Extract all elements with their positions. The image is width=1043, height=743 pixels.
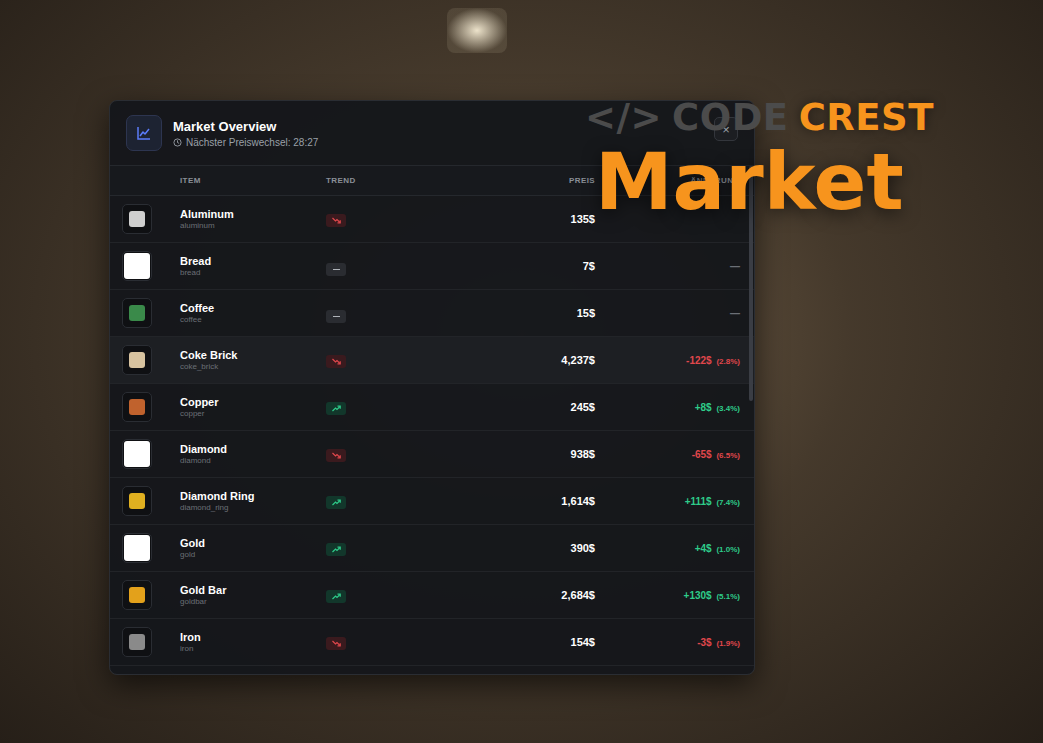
- item-name: Copper: [180, 396, 326, 408]
- price-change: +111$ (7.4%): [595, 496, 740, 507]
- price-change: +4$ (1.0%): [595, 543, 740, 554]
- item-name: Iron: [180, 631, 326, 643]
- trend-up-icon: [326, 590, 346, 603]
- trend-down-icon: [326, 637, 346, 650]
- trend-down-icon: [326, 449, 346, 462]
- item-id: gold: [180, 550, 326, 559]
- item-name: Bread: [180, 255, 326, 267]
- price-change: -65$ (6.5%): [595, 449, 740, 460]
- item-image-icon: [122, 439, 152, 469]
- clock-icon: [173, 138, 182, 147]
- item-id: diamond: [180, 456, 326, 465]
- column-header: TREND: [326, 176, 481, 185]
- item-image-icon: [122, 392, 152, 422]
- item-image-icon: [122, 204, 152, 234]
- trend-up-icon: [326, 496, 346, 509]
- item-name: Coke Brick: [180, 349, 326, 361]
- trend-down-icon: [326, 214, 346, 227]
- item-image-icon: [122, 251, 152, 281]
- item-list: Aluminum aluminum 135$ Bread bread 7$ — …: [110, 196, 754, 666]
- table-row[interactable]: Diamond Ring diamond_ring 1,614$ +111$ (…: [110, 478, 754, 525]
- price-change: —: [595, 261, 740, 272]
- item-image-icon: [122, 580, 152, 610]
- table-row[interactable]: Iron iron 154$ -3$ (1.9%): [110, 619, 754, 666]
- item-name: Diamond Ring: [180, 490, 326, 502]
- item-image-icon: [122, 298, 152, 328]
- item-price: 135$: [481, 213, 595, 225]
- item-price: 245$: [481, 401, 595, 413]
- trend-up-icon: [326, 402, 346, 415]
- table-row[interactable]: Bread bread 7$ —: [110, 243, 754, 290]
- table-row[interactable]: Coke Brick coke_brick 4,237$ -122$ (2.8%…: [110, 337, 754, 384]
- item-id: coke_brick: [180, 362, 326, 371]
- item-id: coffee: [180, 315, 326, 324]
- item-id: aluminum: [180, 221, 326, 230]
- table-row[interactable]: Diamond diamond 938$ -65$ (6.5%): [110, 431, 754, 478]
- game-screen: Market Overview Nächster Preiswechsel: 2…: [0, 0, 1043, 743]
- item-name: Gold Bar: [180, 584, 326, 596]
- table-row[interactable]: Coffee coffee 15$ —: [110, 290, 754, 337]
- item-id: diamond_ring: [180, 503, 326, 512]
- table-row[interactable]: Gold gold 390$ +4$ (1.0%): [110, 525, 754, 572]
- ceiling-lamp: [447, 8, 507, 53]
- brand-headline: Market: [595, 143, 934, 221]
- trend-up-icon: [326, 543, 346, 556]
- price-change: -122$ (2.8%): [595, 355, 740, 366]
- item-price: 15$: [481, 307, 595, 319]
- trend-flat-icon: [326, 263, 346, 276]
- item-name: Diamond: [180, 443, 326, 455]
- item-price: 390$: [481, 542, 595, 554]
- brand-logo: </> CODE CREST: [585, 96, 934, 139]
- price-change: -3$ (1.9%): [595, 637, 740, 648]
- item-name: Aluminum: [180, 208, 326, 220]
- item-image-icon: [122, 533, 152, 563]
- column-header: ITEM: [180, 176, 326, 185]
- item-image-icon: [122, 627, 152, 657]
- brand-overlay: </> CODE CREST Market: [585, 96, 934, 221]
- price-change: +8$ (3.4%): [595, 402, 740, 413]
- column-header: PREIS: [481, 176, 595, 185]
- item-price: 1,614$: [481, 495, 595, 507]
- item-name: Coffee: [180, 302, 326, 314]
- price-change: —: [595, 308, 740, 319]
- item-price: 154$: [481, 636, 595, 648]
- item-id: copper: [180, 409, 326, 418]
- item-price: 4,237$: [481, 354, 595, 366]
- item-image-icon: [122, 486, 152, 516]
- trend-down-icon: [326, 355, 346, 368]
- item-id: bread: [180, 268, 326, 277]
- trend-flat-icon: [326, 310, 346, 323]
- item-price: 938$: [481, 448, 595, 460]
- item-id: iron: [180, 644, 326, 653]
- table-row[interactable]: Gold Bar goldbar 2,684$ +130$ (5.1%): [110, 572, 754, 619]
- item-name: Gold: [180, 537, 326, 549]
- price-change: +130$ (5.1%): [595, 590, 740, 601]
- item-id: goldbar: [180, 597, 326, 606]
- item-image-icon: [122, 345, 152, 375]
- item-price: 2,684$: [481, 589, 595, 601]
- item-price: 7$: [481, 260, 595, 272]
- chart-icon: [126, 115, 162, 151]
- table-row[interactable]: Copper copper 245$ +8$ (3.4%): [110, 384, 754, 431]
